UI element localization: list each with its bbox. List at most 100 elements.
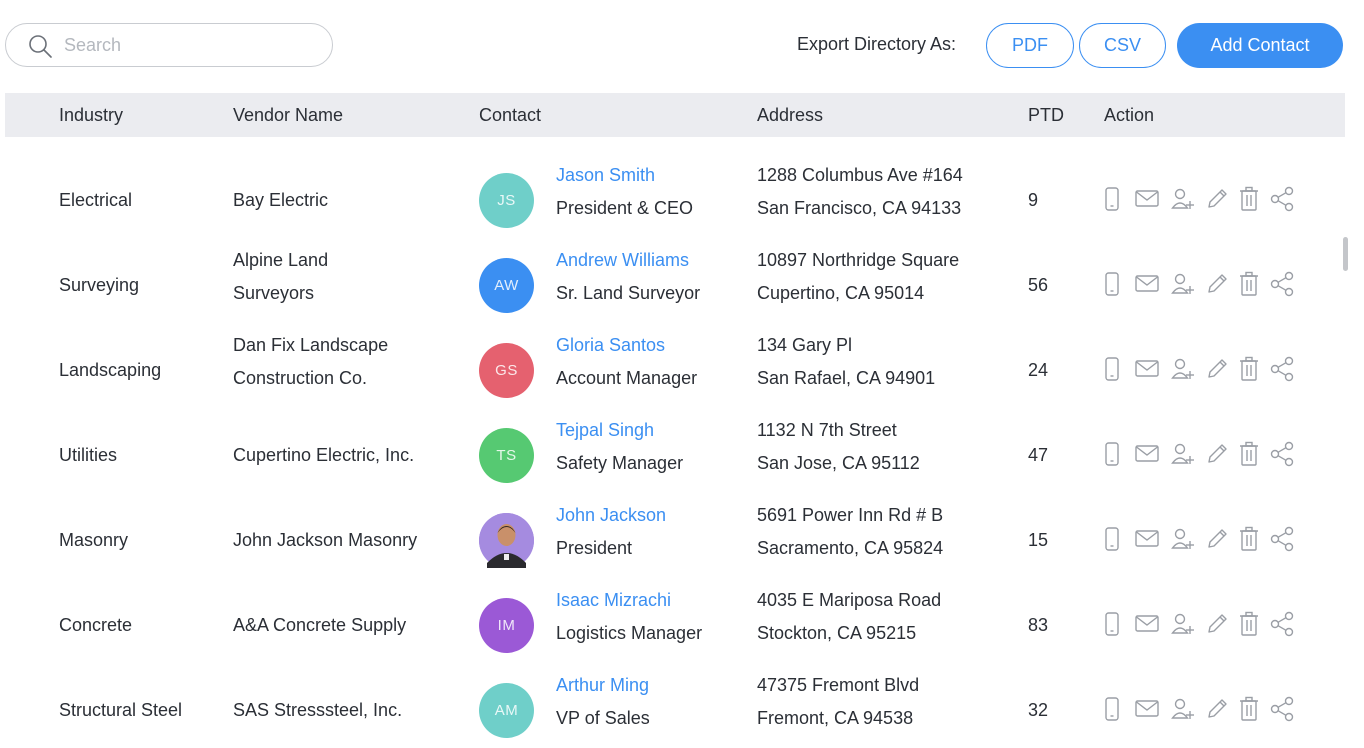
add-user-icon[interactable]	[1171, 186, 1195, 212]
phone-icon[interactable]	[1100, 526, 1124, 552]
phone-icon[interactable]	[1100, 271, 1124, 297]
scrollbar[interactable]	[1343, 237, 1348, 271]
avatar: IM	[479, 598, 534, 653]
mail-icon[interactable]	[1135, 696, 1159, 722]
contact-title: Safety Manager	[556, 453, 684, 473]
mail-icon[interactable]	[1135, 441, 1159, 467]
avatar: GS	[479, 343, 534, 398]
address-cell: 47375 Fremont Blvd Fremont, CA 94538	[757, 669, 919, 735]
search-box[interactable]	[5, 23, 333, 67]
phone-icon[interactable]	[1100, 696, 1124, 722]
avatar: JS	[479, 173, 534, 228]
address-line-1: 5691 Power Inn Rd # B	[757, 505, 944, 525]
phone-icon[interactable]	[1100, 441, 1124, 467]
industry-cell: Structural Steel	[59, 700, 183, 720]
industry-cell: Concrete	[59, 615, 133, 635]
add-user-icon[interactable]	[1171, 526, 1195, 552]
share-icon[interactable]	[1270, 186, 1294, 212]
mail-icon[interactable]	[1135, 271, 1159, 297]
address-cell: 1288 Columbus Ave #164 San Francisco, CA…	[757, 159, 963, 225]
mail-icon[interactable]	[1135, 526, 1159, 552]
contact-title: President	[556, 538, 633, 558]
avatar: AM	[479, 683, 534, 738]
vendor-cell: SAS Stresssteel, Inc.	[233, 700, 403, 720]
mail-icon[interactable]	[1135, 186, 1159, 212]
delete-icon[interactable]	[1237, 356, 1261, 382]
address-cell: 1132 N 7th Street San Jose, CA 95112	[757, 414, 920, 480]
header-contact[interactable]: Contact	[479, 105, 541, 126]
ptd-cell: 56	[1028, 275, 1049, 295]
industry-cell: Electrical	[59, 190, 133, 210]
contact-name-link[interactable]: Gloria Santos	[556, 335, 665, 355]
address-line-2: Stockton, CA 95215	[757, 623, 917, 643]
contact-name-link[interactable]: John Jackson	[556, 505, 666, 525]
add-user-icon[interactable]	[1171, 696, 1195, 722]
delete-icon[interactable]	[1237, 526, 1261, 552]
contact-name-link[interactable]: Jason Smith	[556, 165, 655, 185]
contact-cell: Arthur Ming VP of Sales	[556, 669, 650, 735]
contact-title: President & CEO	[556, 198, 694, 218]
person-photo	[479, 513, 534, 568]
contact-title: Logistics Manager	[556, 623, 703, 643]
add-user-icon[interactable]	[1171, 356, 1195, 382]
ptd-cell: 9	[1028, 190, 1039, 210]
mail-icon[interactable]	[1135, 611, 1159, 637]
phone-icon[interactable]	[1100, 611, 1124, 637]
delete-icon[interactable]	[1237, 271, 1261, 297]
share-icon[interactable]	[1270, 271, 1294, 297]
phone-icon[interactable]	[1100, 356, 1124, 382]
vendor-cell: A&A Concrete Supply	[233, 615, 407, 635]
edit-icon[interactable]	[1205, 696, 1229, 722]
contact-title: VP of Sales	[556, 708, 650, 728]
search-input[interactable]	[64, 32, 314, 58]
add-user-icon[interactable]	[1171, 441, 1195, 467]
header-address[interactable]: Address	[757, 105, 823, 126]
mail-icon[interactable]	[1135, 356, 1159, 382]
edit-icon[interactable]	[1205, 526, 1229, 552]
table-row: Surveying Alpine Land Surveyors AW Andrew…	[0, 243, 1364, 328]
address-cell: 134 Gary Pl San Rafael, CA 94901	[757, 329, 935, 395]
edit-icon[interactable]	[1205, 441, 1229, 467]
share-icon[interactable]	[1270, 356, 1294, 382]
vendor-cell: Alpine Land Surveyors	[233, 250, 329, 303]
share-icon[interactable]	[1270, 611, 1294, 637]
export-csv-button[interactable]: CSV	[1079, 23, 1166, 68]
ptd-cell: 83	[1028, 615, 1049, 635]
add-contact-button[interactable]: Add Contact	[1177, 23, 1343, 68]
contact-name-link[interactable]: Isaac Mizrachi	[556, 590, 671, 610]
share-icon[interactable]	[1270, 526, 1294, 552]
share-icon[interactable]	[1270, 696, 1294, 722]
table-row: Landscaping Dan Fix Landscape Constructio…	[0, 328, 1364, 413]
contact-name-link[interactable]: Arthur Ming	[556, 675, 649, 695]
delete-icon[interactable]	[1237, 611, 1261, 637]
add-user-icon[interactable]	[1171, 611, 1195, 637]
header-vendor-name[interactable]: Vendor Name	[233, 105, 343, 126]
header-industry[interactable]: Industry	[59, 105, 123, 126]
vendor-cell: John Jackson Masonry	[233, 530, 418, 550]
share-icon[interactable]	[1270, 441, 1294, 467]
search-icon	[29, 35, 52, 58]
edit-icon[interactable]	[1205, 611, 1229, 637]
phone-icon[interactable]	[1100, 186, 1124, 212]
edit-icon[interactable]	[1205, 356, 1229, 382]
contact-cell: Andrew Williams Sr. Land Surveyor	[556, 244, 700, 310]
contact-cell: Tejpal Singh Safety Manager	[556, 414, 683, 480]
ptd-cell: 32	[1028, 700, 1049, 720]
address-line-2: Fremont, CA 94538	[757, 708, 914, 728]
delete-icon[interactable]	[1237, 186, 1261, 212]
contact-name-link[interactable]: Andrew Williams	[556, 250, 689, 270]
export-pdf-button[interactable]: PDF	[986, 23, 1074, 68]
vendor-cell: Cupertino Electric, Inc.	[233, 445, 415, 465]
address-cell: 4035 E Mariposa Road Stockton, CA 95215	[757, 584, 941, 650]
address-cell: 5691 Power Inn Rd # B Sacramento, CA 958…	[757, 499, 943, 565]
contact-name-link[interactable]: Tejpal Singh	[556, 420, 654, 440]
table-row: Structural Steel SAS Stresssteel, Inc. A…	[0, 668, 1364, 748]
delete-icon[interactable]	[1237, 441, 1261, 467]
header-ptd[interactable]: PTD	[1028, 105, 1064, 126]
delete-icon[interactable]	[1237, 696, 1261, 722]
edit-icon[interactable]	[1205, 186, 1229, 212]
add-user-icon[interactable]	[1171, 271, 1195, 297]
address-line-2: Sacramento, CA 95824	[757, 538, 944, 558]
table-header: Industry Vendor Name Contact Address PTD…	[5, 93, 1345, 137]
edit-icon[interactable]	[1205, 271, 1229, 297]
